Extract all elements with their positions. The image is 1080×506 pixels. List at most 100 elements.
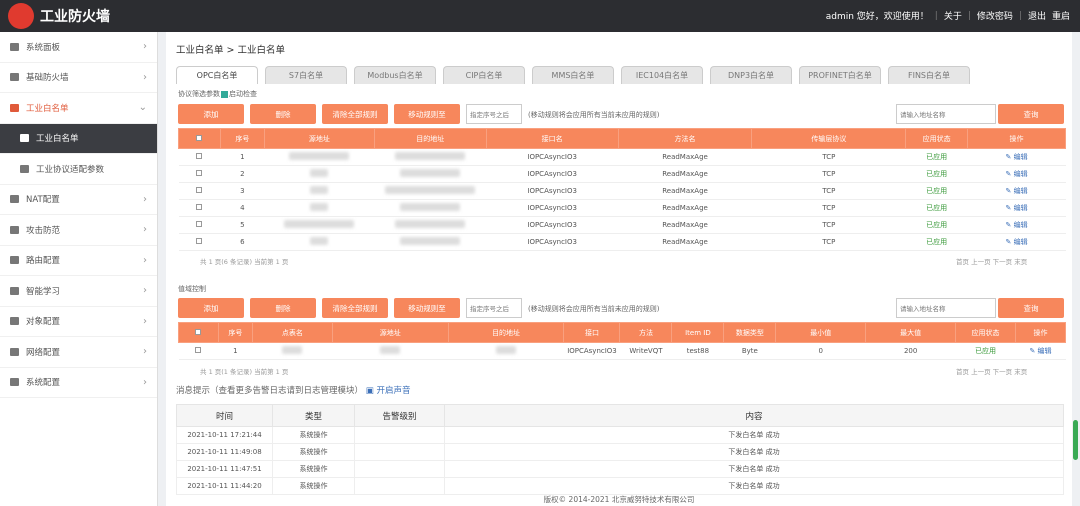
checkbox[interactable] [195,347,202,353]
cell-level [354,426,445,444]
sequence-input[interactable]: 指定序号之后 [466,104,522,124]
edit-link[interactable]: ✎ 编辑 [967,233,1066,251]
edit-link[interactable]: ✎ 编辑 [967,199,1066,217]
tab-opc[interactable]: OPC白名单 [176,66,258,84]
chevron-down-icon: ⌄ [138,102,147,114]
tab-dnp3[interactable]: DNP3白名单 [710,66,792,84]
select-all-header[interactable] [178,322,219,343]
tab-cip[interactable]: CIP白名单 [443,66,525,84]
checkbox[interactable] [196,153,203,159]
table-row[interactable]: 4 IOPCAsyncIO3 ReadMaxAge TCP 已应用 ✎ 编辑 [178,199,1066,217]
cell-level [354,460,445,478]
checkbox[interactable] [196,170,203,176]
check-icon[interactable] [221,90,228,98]
tab-s7[interactable]: S7白名单 [265,66,347,84]
col-header: 应用状态 [955,322,1016,343]
table-row[interactable]: 1 IOPCAsyncIO3 ReadMaxAge TCP 已应用 ✎ 编辑 [178,148,1066,166]
checkbox[interactable] [195,328,202,335]
search-input[interactable]: 请输入地址名称 [896,298,996,318]
tab-profinet[interactable]: PROFINET白名单 [799,66,881,84]
query-button[interactable]: 查询 [998,104,1064,124]
scrollbar[interactable] [1073,420,1078,460]
settings-icon [10,378,19,387]
col-header: 接口名 [485,128,619,149]
edit-link[interactable]: ✎ 编辑 [967,182,1066,200]
change-password-link[interactable]: 修改密码 [977,9,1013,22]
chevron-right-icon: › [143,285,147,297]
checkbox[interactable] [196,187,203,193]
col-header: 目的地址 [447,322,565,343]
sidebar-item-label: 攻击防范 [26,225,61,236]
clear-all-button[interactable]: 清除全部规则 [322,298,388,318]
chevron-right-icon: › [143,193,147,205]
cell-content: 下发白名单 成功 [444,460,1064,478]
sound-toggle[interactable]: ▣ 开启声音 [366,386,411,396]
sidebar-item-attack-defense[interactable]: 攻击防范 › [0,215,157,246]
pager-nav[interactable]: 首页 上一页 下一页 末页 [956,256,1027,266]
restart-link[interactable]: 重启 [1052,9,1070,22]
cell-iface: IOPCAsyncIO3 [486,165,619,183]
sidebar-item-whitelist-group[interactable]: 工业白名单 ⌄ [0,93,157,124]
sidebar-item-label: 系统面板 [26,42,61,53]
edit-link[interactable]: ✎ 编辑 [967,148,1066,166]
search-input[interactable]: 请输入地址名称 [896,104,996,124]
tab-iec104[interactable]: IEC104白名单 [621,66,703,84]
table-row[interactable]: 6 IOPCAsyncIO3 ReadMaxAge TCP 已应用 ✎ 编辑 [178,233,1066,251]
checkbox[interactable] [196,134,203,141]
about-link[interactable]: 关于 [944,9,962,22]
logout-link[interactable]: 退出 [1028,9,1046,22]
table-row[interactable]: 1 IOPCAsyncIO3 WriteVQT test88 Byte 0 200 已应用 ✎ … [178,342,1066,360]
table-row[interactable]: 5 IOPCAsyncIO3 ReadMaxAge TCP 已应用 ✎ 编辑 [178,216,1066,234]
col-header: 最小值 [775,322,867,343]
cell-no: 4 [220,199,265,217]
sidebar-item-object[interactable]: 对象配置 › [0,307,157,337]
edit-link[interactable]: ✎ 编辑 [967,216,1066,234]
sidebar-item-protocol-params[interactable]: 工业协议适配参数 [0,154,157,185]
tab-modbus[interactable]: Modbus白名单 [354,66,436,84]
table-row[interactable]: 3 IOPCAsyncIO3 ReadMaxAge TCP 已应用 ✎ 编辑 [178,182,1066,200]
sidebar-item-firewall[interactable]: 基础防火墙 › [0,63,157,93]
section-label: 协议筛选参数 [178,90,220,98]
table-row[interactable]: 2 IOPCAsyncIO3 ReadMaxAge TCP 已应用 ✎ 编辑 [178,165,1066,183]
checkbox[interactable] [196,204,203,210]
sidebar-item-whitelist[interactable]: 工业白名单 [0,123,157,154]
sidebar-item-system[interactable]: 系统配置 › [0,368,157,398]
checkbox[interactable] [196,221,203,227]
edit-label: 编辑 [1013,238,1028,246]
tab-mms[interactable]: MMS白名单 [532,66,614,84]
sidebar-item-dashboard[interactable]: 系统面板 › [0,32,157,63]
clear-all-button[interactable]: 清除全部规则 [322,104,388,124]
cell-time: 2021-10-11 11:44:20 [176,477,273,495]
sequence-input[interactable]: 指定序号之后 [466,298,522,318]
edit-label: 编辑 [1013,221,1028,229]
status-badge: 已应用 [905,165,968,183]
pager-nav[interactable]: 首页 上一页 下一页 末页 [956,366,1027,376]
cell-proto: TCP [751,216,906,234]
tab-fins[interactable]: FINS白名单 [888,66,970,84]
chevron-right-icon: › [143,254,147,266]
delete-button[interactable]: 删除 [250,298,316,318]
sidebar-item-nat[interactable]: NAT配置 › [0,185,157,215]
delete-button[interactable]: 删除 [250,104,316,124]
cell-type: 系统操作 [272,477,355,495]
checkbox[interactable] [196,238,203,244]
sidebar-item-network[interactable]: 网络配置 › [0,337,157,368]
redacted-source [380,346,401,354]
sidebar-item-learning[interactable]: 智能学习 › [0,276,157,307]
add-button[interactable]: 添加 [178,298,244,318]
query-button[interactable]: 查询 [998,298,1064,318]
sound-label: 开启声音 [376,386,411,396]
move-rule-button[interactable]: 移动规则至 [394,104,460,124]
add-button[interactable]: 添加 [178,104,244,124]
cell-proto: TCP [751,233,906,251]
col-header: 方法 [619,322,673,343]
col-header: 操作 [967,128,1066,149]
select-all-header[interactable] [178,128,221,149]
pager-info: 共 1 页(1 条记录) 当前第 1 页 [200,368,289,376]
edit-link[interactable]: ✎ 编辑 [967,165,1066,183]
edit-link[interactable]: ✎ 编辑 [1015,342,1066,360]
cell-proto: TCP [751,165,906,183]
move-rule-button[interactable]: 移动规则至 [394,298,460,318]
sidebar-item-route[interactable]: 路由配置 › [0,246,157,276]
dashboard-icon [10,42,19,51]
